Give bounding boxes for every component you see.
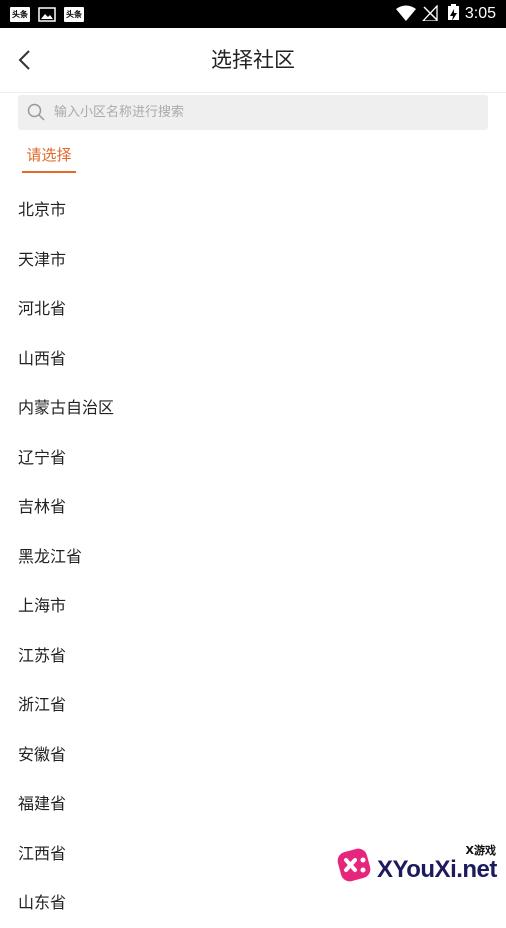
region-list: 北京市 天津市 河北省 山西省 内蒙古自治区 辽宁省 吉林省 黑龙江省 上海市 … [0,185,506,928]
tab-please-select[interactable]: 请选择 [22,142,76,173]
status-time: 3:05 [464,5,496,22]
watermark-text: XYouXi.net [377,856,497,883]
wifi-icon [396,5,416,21]
list-item-hebei[interactable]: 河北省 [0,284,506,334]
list-item-jilin[interactable]: 吉林省 [0,482,506,532]
list-item-liaoning[interactable]: 辽宁省 [0,433,506,483]
battery-charging-icon [448,4,459,20]
list-item-jiangsu[interactable]: 江苏省 [0,631,506,681]
page-title: 选择社区 [211,48,295,72]
toutiao-notification-icon: 头条 [64,7,84,22]
no-signal-icon [422,5,438,21]
list-item-anhui[interactable]: 安徽省 [0,730,506,780]
gamepad-logo-icon [337,848,371,882]
list-item-neimenggu[interactable]: 内蒙古自治区 [0,383,506,433]
list-item-tianjin[interactable]: 天津市 [0,235,506,285]
search-bar[interactable] [18,95,488,130]
search-icon [27,103,45,121]
watermark: X游戏 XYouXi.net [333,842,498,892]
list-item-heilongjiang[interactable]: 黑龙江省 [0,532,506,582]
list-item-zhejiang[interactable]: 浙江省 [0,680,506,730]
list-item-shanxi[interactable]: 山西省 [0,334,506,384]
search-input[interactable] [54,95,474,130]
header: 选择社区 [0,28,506,93]
tab-active-indicator [22,171,76,173]
tab-label: 请选择 [26,146,72,164]
list-item-fujian[interactable]: 福建省 [0,779,506,829]
list-item-shanghai[interactable]: 上海市 [0,581,506,631]
image-notification-icon [38,7,56,22]
toutiao-notification-icon: 头条 [10,7,30,22]
list-item-beijing[interactable]: 北京市 [0,185,506,235]
status-bar: 头条 头条 3:05 [0,0,506,28]
